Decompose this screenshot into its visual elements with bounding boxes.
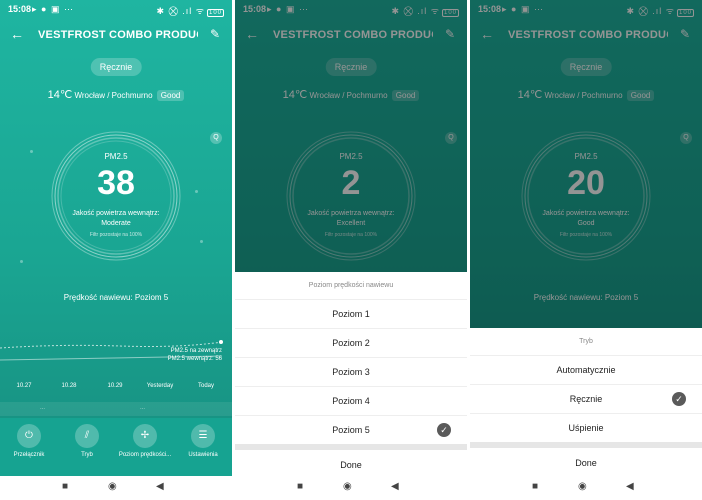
home-icon[interactable]: ◉ (578, 481, 587, 492)
axis-tick: 10.27 (16, 383, 32, 389)
mode-option[interactable]: Uśpienie (470, 413, 702, 442)
pm-value: 38 (97, 164, 135, 202)
mode-icon: ⫽ (75, 424, 99, 448)
decor-dot (30, 150, 33, 153)
home-icon[interactable]: ◉ (108, 481, 117, 492)
weather-location: Wrocław / Pochmurno (74, 91, 153, 100)
speed-option[interactable]: Poziom 1 (235, 299, 467, 328)
screen-speed-sheet: 15:08 ▸ ● ▣ ⋯ ✱ ⛒ .ıl ᯤ 100 ← VESTFROST C… (235, 0, 467, 500)
axis-tick: 10.28 (61, 383, 77, 389)
home-icon[interactable]: ◉ (343, 481, 352, 492)
mode-button[interactable]: ⫽ Tryb (58, 424, 116, 458)
mode-label: Tryb (81, 452, 93, 458)
speed-option-selected[interactable]: Poziom 5 ✓ (235, 415, 467, 444)
pm-history-chart[interactable]: PM2.5 na zewnątrz PM2.5 wewnątrz: 56 (0, 330, 232, 400)
speed-option[interactable]: Poziom 2 (235, 328, 467, 357)
checkmark-icon: ✓ (672, 392, 686, 406)
device-title: VESTFROST COMBO PRODUC... (38, 29, 198, 41)
fan-speed-label: Prędkość nawiewu: Poziom 5 (63, 293, 169, 302)
back-nav-icon[interactable]: ◀ (391, 481, 399, 492)
legend-indoor: PM2.5 wewnątrz: 56 (167, 356, 222, 362)
app-bar: ← VESTFROST COMBO PRODUC... ✎ (0, 22, 232, 50)
history-tabs: ... ... (0, 402, 232, 416)
power-button[interactable]: ⏻ Przełącznik (0, 424, 58, 458)
screen-mode-sheet: 15:08 ▸ ● ▣ ⋯ ✱ ⛒ .ıl ᯤ 100 ← VESTFROST C… (470, 0, 702, 500)
settings-button[interactable]: ☰ Ustawienia (174, 424, 232, 458)
system-nav-bar: ■ ◉ ◀ (0, 476, 232, 500)
speed-option[interactable]: Poziom 4 (235, 386, 467, 415)
info-icon[interactable]: Q (210, 132, 222, 144)
sheet-title: Tryb (579, 338, 593, 345)
history-tab-right[interactable]: ... (140, 405, 145, 411)
system-nav-bar: ■ ◉ ◀ (470, 476, 702, 500)
status-time: 15:08 (8, 4, 32, 14)
recents-icon[interactable]: ■ (297, 481, 303, 492)
mode-option-selected[interactable]: Ręcznie ✓ (470, 384, 702, 413)
back-arrow-icon[interactable]: ← (10, 26, 24, 42)
decor-dot (200, 240, 203, 243)
back-nav-icon[interactable]: ◀ (626, 481, 634, 492)
power-icon: ⏻ (17, 424, 41, 448)
done-button[interactable]: Done (470, 442, 702, 478)
recents-icon[interactable]: ■ (62, 481, 68, 492)
sheet-title: Poziom prędkości nawiewu (308, 282, 394, 289)
edit-icon[interactable]: ✎ (210, 27, 220, 41)
mode-option[interactable]: Automatycznie (470, 355, 702, 384)
speed-level-sheet: Poziom prędkości nawiewu Poziom 1 Poziom… (235, 272, 467, 476)
status-left-icons: ▸ ● ▣ ⋯ (32, 4, 74, 14)
checkmark-icon: ✓ (437, 423, 451, 437)
chart-lines (0, 340, 223, 361)
screen-main: 15:08 ▸ ● ▣ ⋯ ✱ ⛒ .ıl ᯤ 100 ← VESTFROST C… (0, 0, 232, 500)
status-bar: 15:08 ▸ ● ▣ ⋯ ✱ ⛒ .ıl ᯤ 100 (0, 0, 232, 18)
battery-icon: 100 (206, 9, 224, 17)
history-tab-left[interactable]: ... (40, 405, 45, 411)
fan-icon: ✢ (133, 424, 157, 448)
fan-speed-label-short: Poziom prędkości... (118, 452, 172, 458)
filter-status: Filtr pozostaje na 100% (89, 232, 143, 238)
outdoor-temp: 14℃ (47, 89, 73, 101)
back-nav-icon[interactable]: ◀ (156, 481, 164, 492)
done-button[interactable]: Done (235, 444, 467, 480)
status-right-icons: ✱ ⛒ .ıl ᯤ 100 (156, 6, 224, 17)
speed-option[interactable]: Poziom 3 (235, 357, 467, 386)
quality-level: Moderate (101, 220, 131, 227)
action-bar: ⏻ Przełącznik ⫽ Tryb ✢ Poziom prędkości.… (0, 418, 232, 476)
decor-dot (20, 260, 23, 263)
axis-tick: Today (197, 383, 215, 389)
pm-ring: PM2.5 38 Jakość powietrza wewnątrz: Mode… (48, 128, 184, 264)
pm-label: PM2.5 (104, 152, 128, 161)
axis-tick: 10.29 (107, 383, 123, 389)
quality-label: Jakość powietrza wewnątrz: (72, 210, 160, 217)
weather-line: 14℃ Wrocław / Pochmurno Good (0, 88, 232, 101)
mode-pill[interactable]: Ręcznie (90, 58, 142, 76)
decor-dot (195, 190, 198, 193)
recents-icon[interactable]: ■ (532, 481, 538, 492)
outdoor-quality-badge: Good (156, 90, 185, 101)
settings-label: Ustawienia (188, 452, 218, 458)
power-label: Przełącznik (13, 452, 45, 458)
ring-text: PM2.5 38 Jakość powietrza wewnątrz: Mode… (48, 128, 184, 264)
axis-tick: Yesterday (146, 383, 174, 389)
system-nav-bar: ■ ◉ ◀ (235, 476, 467, 500)
fan-speed-button[interactable]: ✢ Poziom prędkości... (116, 424, 174, 458)
mode-sheet: Tryb Automatycznie Ręcznie ✓ Uśpienie Don… (470, 328, 702, 476)
legend-outdoor: PM2.5 na zewnątrz (170, 348, 222, 354)
settings-icon: ☰ (191, 424, 215, 448)
